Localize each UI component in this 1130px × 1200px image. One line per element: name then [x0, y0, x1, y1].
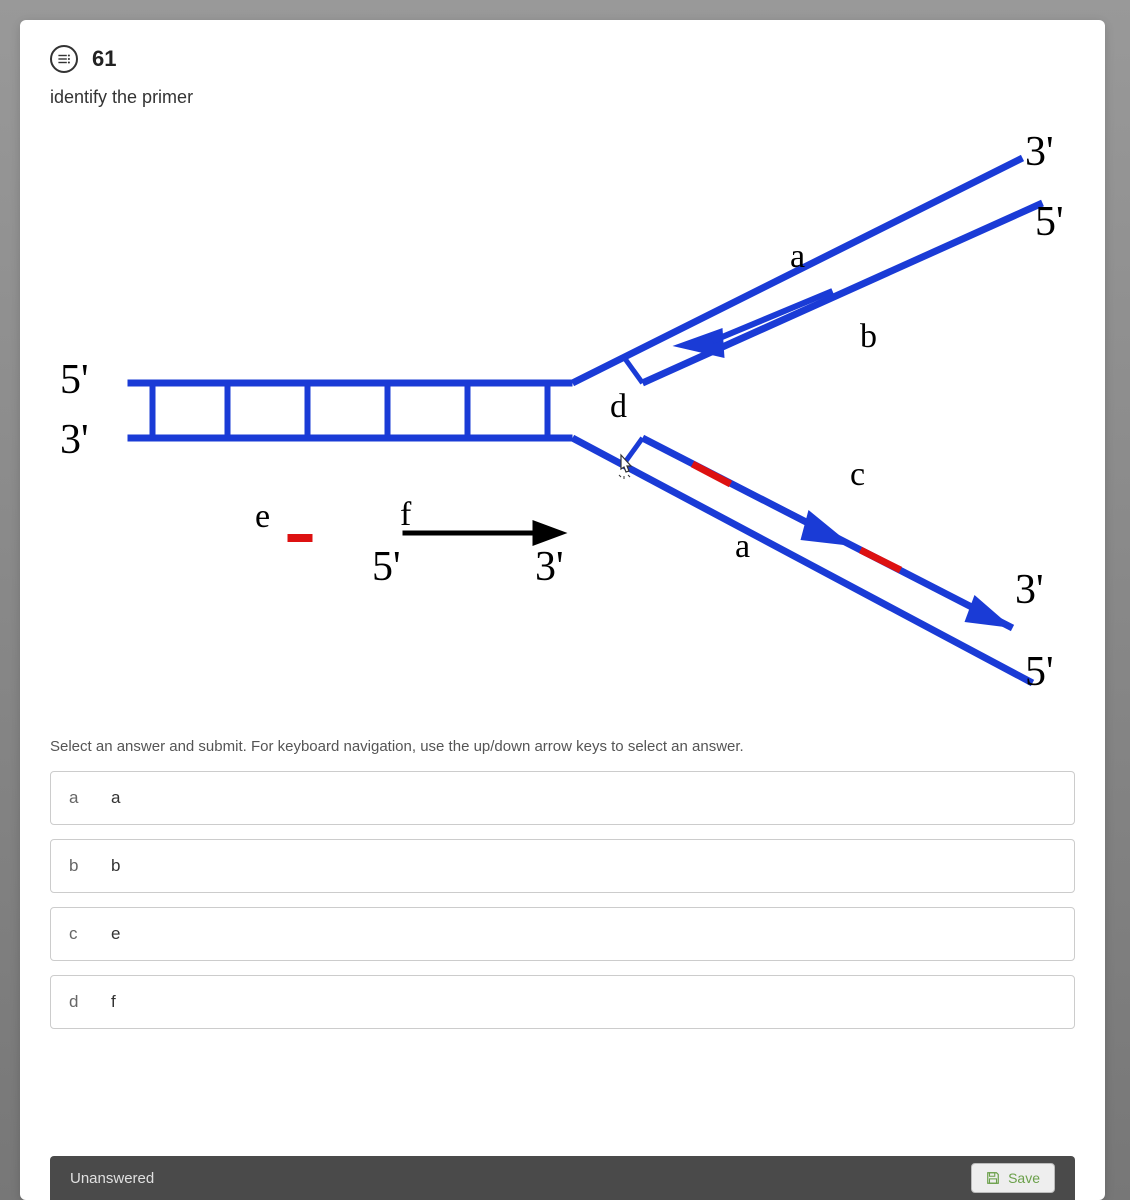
label-3-prime-top: 3'	[1025, 128, 1054, 176]
label-c: c	[850, 456, 865, 494]
question-footer-bar: Unanswered Save	[50, 1156, 1075, 1200]
question-header: 61	[50, 45, 1075, 73]
answer-option-c[interactable]: c e	[50, 907, 1075, 961]
answer-key: a	[69, 788, 87, 808]
instruction-text: Select an answer and submit. For keyboar…	[50, 738, 1075, 755]
label-d: d	[610, 388, 627, 426]
answer-value: f	[111, 992, 116, 1012]
label-e: e	[255, 498, 270, 536]
label-b: b	[860, 318, 877, 356]
diagram-svg	[50, 128, 1075, 718]
label-5-prime-left: 5'	[60, 356, 89, 404]
cursor-pointer-icon	[615, 453, 639, 479]
answer-value: b	[111, 856, 120, 876]
answer-value: e	[111, 924, 120, 944]
answer-option-a[interactable]: a a	[50, 771, 1075, 825]
answer-key: d	[69, 992, 87, 1012]
label-arrow-5: 5'	[372, 543, 401, 591]
save-button-label: Save	[1008, 1170, 1040, 1186]
question-nav-icon[interactable]	[50, 45, 78, 73]
answer-value: a	[111, 788, 120, 808]
label-f: f	[400, 496, 411, 534]
answer-option-b[interactable]: b b	[50, 839, 1075, 893]
answer-list: a a b b c e d f	[50, 771, 1075, 1029]
question-card: 61 identify the primer	[20, 20, 1105, 1200]
label-5-prime-bottom: 5'	[1025, 648, 1054, 696]
label-5-prime-top: 5'	[1035, 198, 1064, 246]
label-3-prime-left: 3'	[60, 416, 89, 464]
label-arrow-3: 3'	[535, 543, 564, 591]
replication-fork-diagram: 5' 3' 3' 5' 3' 5' a a b c d e f 5' 3'	[50, 128, 1075, 718]
question-number: 61	[92, 46, 116, 72]
label-3-prime-bottom: 3'	[1015, 566, 1044, 614]
save-button[interactable]: Save	[971, 1163, 1055, 1193]
answer-key: c	[69, 924, 87, 944]
label-a-upper: a	[790, 238, 805, 276]
save-icon	[986, 1171, 1000, 1185]
answer-option-d[interactable]: d f	[50, 975, 1075, 1029]
question-text: identify the primer	[50, 87, 1075, 108]
label-a-lower: a	[735, 528, 750, 566]
answer-key: b	[69, 856, 87, 876]
status-badge: Unanswered	[70, 1170, 154, 1187]
